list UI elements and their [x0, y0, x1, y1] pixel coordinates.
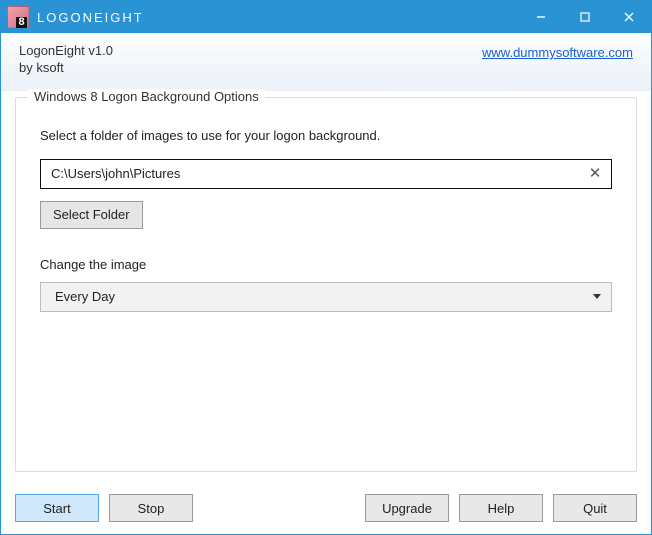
stop-button[interactable]: Stop [109, 494, 193, 522]
select-folder-button[interactable]: Select Folder [40, 201, 143, 229]
app-window: LOGONEIGHT LogonEight v1.0 by ksoft www.… [0, 0, 652, 535]
footer: Start Stop Upgrade Help Quit [1, 482, 651, 534]
interval-selected-value: Every Day [55, 289, 115, 304]
chevron-down-icon [593, 294, 601, 299]
upgrade-button[interactable]: Upgrade [365, 494, 449, 522]
app-name-version: LogonEight v1.0 [19, 43, 113, 60]
clear-icon[interactable]: ✕ [585, 166, 605, 181]
close-button[interactable] [607, 1, 651, 33]
interval-dropdown[interactable]: Every Day [40, 282, 612, 312]
app-icon [7, 6, 29, 28]
titlebar: LOGONEIGHT [1, 1, 651, 33]
change-interval-label: Change the image [40, 257, 612, 272]
header: LogonEight v1.0 by ksoft www.dummysoftwa… [1, 33, 651, 91]
minimize-icon [536, 12, 546, 22]
maximize-button[interactable] [563, 1, 607, 33]
options-groupbox: Windows 8 Logon Background Options Selec… [15, 97, 637, 472]
app-info: LogonEight v1.0 by ksoft [19, 43, 113, 77]
close-icon [624, 12, 634, 22]
website-link[interactable]: www.dummysoftware.com [482, 43, 633, 60]
vendor-line: by ksoft [19, 60, 113, 77]
groupbox-legend: Windows 8 Logon Background Options [28, 89, 265, 104]
start-button[interactable]: Start [15, 494, 99, 522]
folder-path-field-wrap[interactable]: ✕ [40, 159, 612, 189]
window-title: LOGONEIGHT [37, 10, 144, 25]
folder-instruction: Select a folder of images to use for you… [40, 128, 612, 143]
quit-button[interactable]: Quit [553, 494, 637, 522]
maximize-icon [580, 12, 590, 22]
help-button[interactable]: Help [459, 494, 543, 522]
minimize-button[interactable] [519, 1, 563, 33]
body: Windows 8 Logon Background Options Selec… [1, 91, 651, 482]
folder-path-input[interactable] [49, 165, 585, 182]
